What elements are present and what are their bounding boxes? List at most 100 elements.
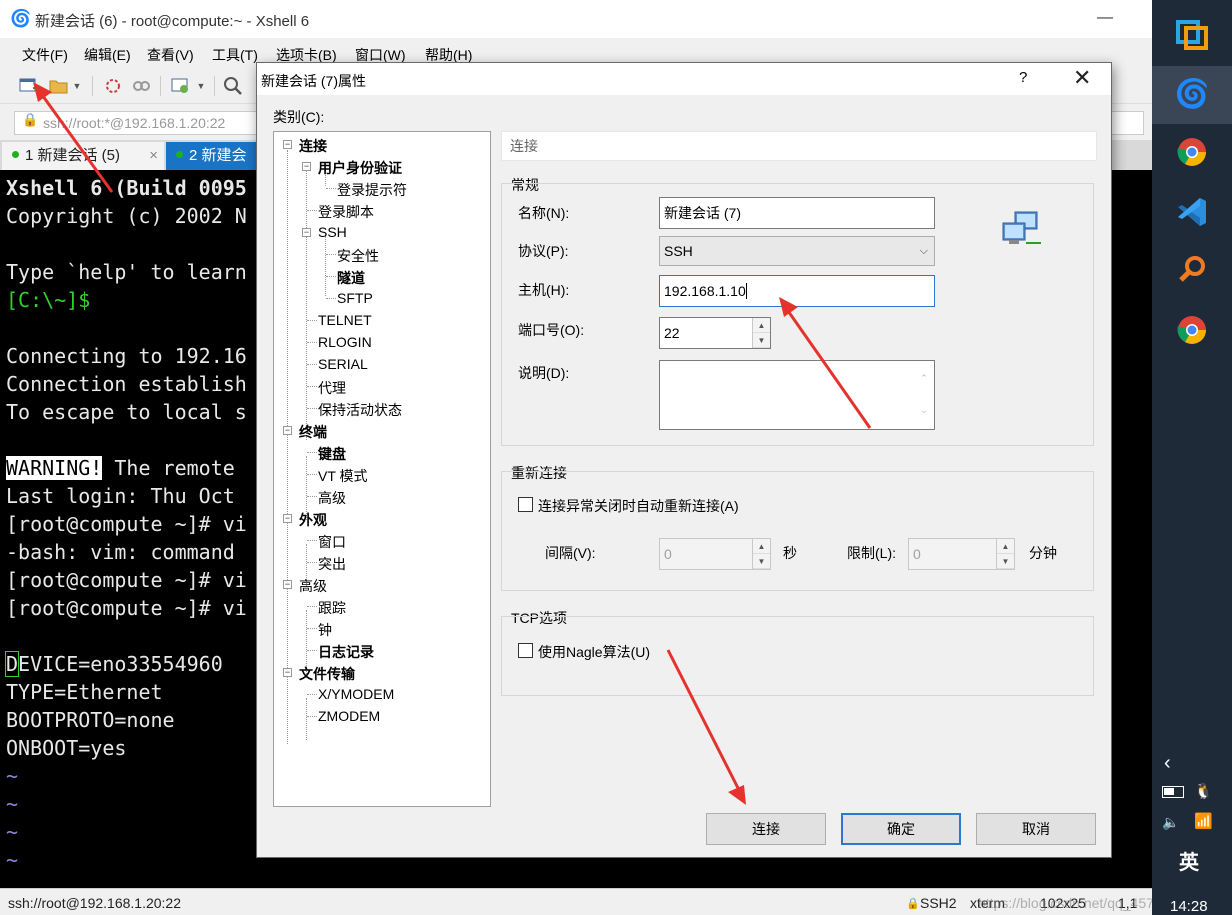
auto-reconnect-checkbox[interactable] <box>518 497 533 512</box>
limit-value: 0 <box>913 546 921 562</box>
tree-item-terminal[interactable]: 终端 <box>299 422 327 442</box>
tree-item-login-script[interactable]: 登录脚本 <box>318 202 374 222</box>
chrome-icon[interactable] <box>1172 310 1212 350</box>
host-input[interactable]: 192.168.1.10 <box>659 275 935 307</box>
tree-expander[interactable]: − <box>283 668 292 677</box>
tree-item-zmodem[interactable]: ZMODEM <box>318 708 380 724</box>
tree-item-ssh[interactable]: SSH <box>318 224 347 240</box>
protocol-label: 协议(P): <box>518 243 569 259</box>
tree-item-trace[interactable]: 跟踪 <box>318 598 346 618</box>
tree-item-keepalive[interactable]: 保持活动状态 <box>318 400 402 420</box>
port-spinner[interactable]: ▲ ▼ <box>752 318 770 348</box>
tree-item-keyboard[interactable]: 键盘 <box>318 444 346 464</box>
spin-up-icon[interactable]: ▲ <box>753 539 770 554</box>
menu-tools[interactable]: 工具(T) <box>212 45 258 65</box>
spin-up-icon[interactable]: ▲ <box>753 318 770 333</box>
tree-item-security[interactable]: 安全性 <box>337 246 379 266</box>
description-textarea[interactable]: ⌃ ⌄ <box>659 360 935 430</box>
tree-item-connection[interactable]: 连接 <box>299 136 327 156</box>
protocol-select[interactable]: SSH ⌵ <box>659 236 935 266</box>
category-tree[interactable]: − 连接 − 用户身份验证 登录提示符 登录脚本 − SSH 安全性 隧道 SF… <box>273 131 491 807</box>
tab-session-1[interactable]: 1 新建会话 (5) × <box>2 142 164 170</box>
menu-edit[interactable]: 编辑(E) <box>84 45 131 65</box>
tree-expander[interactable]: − <box>302 162 311 171</box>
tree-item-window[interactable]: 窗口 <box>318 532 346 552</box>
volume-icon[interactable]: 🔈 <box>1162 814 1179 831</box>
minimize-button[interactable]: — <box>1085 0 1125 38</box>
name-input[interactable]: 新建会话 (7) <box>659 197 935 229</box>
tree-connector <box>307 650 317 651</box>
tree-connector <box>307 408 317 409</box>
tree-item-terminal-advanced[interactable]: 高级 <box>318 488 346 508</box>
nagle-label: 使用Nagle算法(U) <box>538 644 651 660</box>
tab-session-2[interactable]: 2 新建会 <box>166 142 266 170</box>
ok-button[interactable]: 确定 <box>841 813 961 845</box>
terminal-line: TYPE=Ethernet <box>6 680 163 704</box>
chevron-left-icon[interactable]: ‹ <box>1164 752 1171 775</box>
interval-unit: 秒 <box>783 545 797 561</box>
scrollbar[interactable]: ⌃ ⌄ <box>916 363 932 427</box>
virtualbox-icon[interactable] <box>1172 14 1212 54</box>
battery-icon[interactable] <box>1162 786 1184 798</box>
connect-button[interactable]: 连接 <box>706 813 826 845</box>
spin-down-icon[interactable]: ▼ <box>753 554 770 569</box>
tree-item-proxy[interactable]: 代理 <box>318 378 346 398</box>
limit-input[interactable]: 0 ▲ ▼ <box>908 538 1015 570</box>
help-button[interactable]: ? <box>1019 69 1027 86</box>
xshell-taskbar-icon[interactable]: 🌀 <box>1172 74 1212 114</box>
tree-expander[interactable]: − <box>302 228 311 237</box>
tree-expander[interactable]: − <box>283 580 292 589</box>
port-input[interactable]: 22 ▲ ▼ <box>659 317 771 349</box>
port-value: 22 <box>664 325 680 341</box>
search-icon[interactable] <box>1172 250 1212 290</box>
chevron-down-icon[interactable]: ▼ <box>70 76 84 96</box>
tree-item-bell[interactable]: 钟 <box>318 620 332 640</box>
chrome-icon[interactable] <box>1172 132 1212 172</box>
properties-icon[interactable] <box>170 76 192 96</box>
vscode-icon[interactable] <box>1172 192 1212 232</box>
tree-expander[interactable]: − <box>283 426 292 435</box>
interval-input[interactable]: 0 ▲ ▼ <box>659 538 771 570</box>
nagle-checkbox[interactable] <box>518 643 533 658</box>
disconnect-icon[interactable] <box>130 76 152 96</box>
ime-indicator[interactable]: 英 <box>1179 846 1199 875</box>
tree-item-advanced[interactable]: 高级 <box>299 576 327 596</box>
tree-connector <box>307 364 317 365</box>
wifi-icon[interactable]: 📶 <box>1194 812 1213 830</box>
reconnect-icon[interactable] <box>102 76 124 96</box>
tree-item-file-transfer[interactable]: 文件传输 <box>299 664 355 684</box>
spin-down-icon[interactable]: ▼ <box>997 554 1014 569</box>
tree-item-login-prompt[interactable]: 登录提示符 <box>337 180 407 200</box>
close-icon[interactable]: × <box>149 142 158 170</box>
close-button[interactable]: ✕ <box>1073 65 1091 91</box>
tree-item-highlight[interactable]: 突出 <box>318 554 346 574</box>
search-icon[interactable] <box>222 76 244 96</box>
open-folder-icon[interactable] <box>48 76 70 96</box>
chevron-down-icon[interactable]: ▼ <box>194 76 208 96</box>
tree-item-telnet[interactable]: TELNET <box>318 312 372 328</box>
new-session-icon[interactable] <box>18 76 40 96</box>
tree-connector <box>306 698 307 740</box>
interval-spinner[interactable]: ▲ ▼ <box>752 539 770 569</box>
tree-expander[interactable]: − <box>283 140 292 149</box>
tree-item-rlogin[interactable]: RLOGIN <box>318 334 372 350</box>
clock-time[interactable]: 14:28 <box>1170 898 1208 915</box>
tree-item-tunnel[interactable]: 隧道 <box>337 268 365 288</box>
tree-item-serial[interactable]: SERIAL <box>318 356 368 372</box>
qq-icon[interactable]: 🐧 <box>1194 782 1213 800</box>
spin-down-icon[interactable]: ▼ <box>753 333 770 348</box>
cancel-button[interactable]: 取消 <box>976 813 1096 845</box>
toolbar-divider <box>92 76 93 96</box>
spin-up-icon[interactable]: ▲ <box>997 539 1014 554</box>
tree-item-sftp[interactable]: SFTP <box>337 290 373 306</box>
tree-item-xymodem[interactable]: X/YMODEM <box>318 686 394 702</box>
tree-item-auth[interactable]: 用户身份验证 <box>318 158 402 178</box>
limit-spinner[interactable]: ▲ ▼ <box>996 539 1014 569</box>
tree-expander[interactable]: − <box>283 514 292 523</box>
terminal-line: Connection establish <box>6 372 247 396</box>
tree-item-vt-mode[interactable]: VT 模式 <box>318 466 368 486</box>
tree-item-appearance[interactable]: 外观 <box>299 510 327 530</box>
menu-file[interactable]: 文件(F) <box>22 45 68 65</box>
tree-item-logging[interactable]: 日志记录 <box>318 642 374 662</box>
menu-view[interactable]: 查看(V) <box>147 45 194 65</box>
